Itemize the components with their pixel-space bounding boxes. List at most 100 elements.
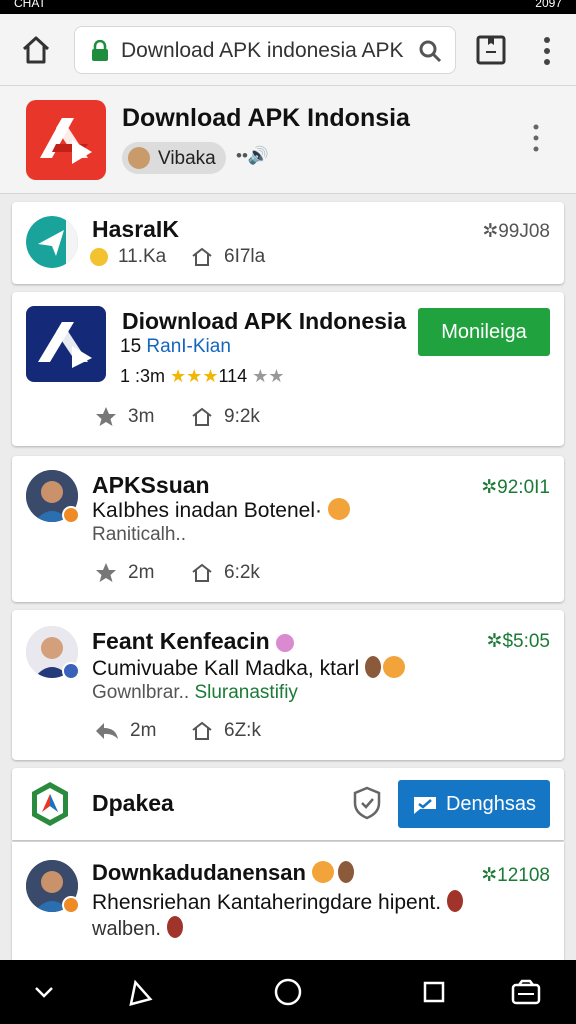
app-listing-card[interactable]: Diownload APK Indonesia Monileiga 15 Ran…	[12, 292, 564, 446]
chevron-down-icon[interactable]	[28, 976, 60, 1008]
reply-icon	[96, 723, 118, 739]
app-rating: 1 :3m ★★★114 ★★	[120, 366, 284, 387]
overflow-menu-icon[interactable]	[536, 34, 558, 68]
emoji-icon	[311, 861, 334, 883]
post-subtext-value: walben.	[92, 918, 161, 940]
verified-badge	[62, 506, 80, 524]
recents-icon[interactable]	[418, 976, 450, 1008]
rating-prefix: 1 :3m	[120, 366, 166, 386]
favorite-count: 2m	[128, 562, 155, 583]
post-author-value: Feant Kenfeacin	[92, 628, 270, 654]
author-name: Vibaka	[158, 148, 216, 169]
status-left-text: CHAT	[14, 0, 46, 10]
app-icon	[32, 782, 68, 826]
feed-post-card[interactable]: Feant Kenfeacin ✲$5:05 Cumivuabe Kall Ma…	[12, 610, 564, 760]
url-text[interactable]: Download APK indonesia APK	[121, 39, 404, 63]
developer-link[interactable]: RanI-Kian	[146, 336, 231, 357]
reshare-icon	[192, 721, 212, 740]
stat-count: 11.Ka	[90, 244, 166, 270]
rating-empty-stars: ★★	[252, 366, 285, 386]
tabs-icon[interactable]	[474, 32, 508, 68]
person-emoji-icon	[447, 890, 464, 912]
post-text-value: Cumivuabe Kall Madka, ktarl	[92, 657, 360, 680]
post-avatar	[26, 216, 78, 268]
rating-stars: ★★★	[170, 366, 219, 386]
star-icon	[96, 563, 116, 582]
person-emoji-icon	[337, 861, 354, 883]
reshare-icon	[192, 407, 212, 426]
post-author-value: Downkadudanensan	[92, 860, 306, 885]
lock-icon	[92, 40, 108, 61]
post-text: Rhensriehan Kantaheringdare hipent.	[92, 890, 464, 915]
post-subtext: Raniticalh..	[92, 524, 186, 545]
shield-icon[interactable]	[352, 786, 382, 820]
reshare-button[interactable]: 6I7la	[190, 244, 265, 270]
star-icon	[96, 407, 116, 426]
app-title: Download APK Indonsia	[122, 104, 410, 132]
reply-button[interactable]: 2m	[94, 718, 156, 744]
post-action-label: Denghsas	[445, 792, 537, 815]
header-menu-icon[interactable]	[528, 122, 544, 154]
reshare-icon	[192, 563, 212, 582]
install-button[interactable]: Monileiga	[418, 308, 550, 356]
post-author[interactable]: APKSsuan	[92, 472, 210, 499]
post-timestamp: ✲12108	[481, 865, 550, 886]
reshare-icon	[192, 247, 212, 266]
post-subtext: walben.	[92, 916, 183, 941]
post-timestamp: ✲$5:05	[486, 631, 550, 652]
feed-post-card[interactable]: APKSsuan ✲92:0I1 KaIbhes inadan Botenel·…	[12, 456, 564, 602]
emoji-icon	[328, 498, 351, 520]
favorite-button[interactable]: 2m	[94, 560, 154, 586]
post-author[interactable]: Downkadudanensan	[92, 860, 354, 886]
app-subtitle: 15 RanI-Kian	[120, 336, 231, 358]
back-icon[interactable]	[122, 976, 154, 1008]
reshare-count: 6I7la	[224, 246, 266, 267]
post-subtext-value: Gownlbrar..	[92, 682, 190, 703]
home-circle-icon[interactable]	[272, 976, 304, 1008]
reply-count: 2m	[130, 720, 157, 741]
app-icon	[26, 306, 106, 382]
rating-count: 114	[218, 366, 248, 386]
feed-post-card[interactable]: Dpakea Denghsas	[12, 768, 564, 840]
app-subtitle-prefix: 15	[120, 336, 142, 357]
favorite-count: 3m	[128, 406, 155, 427]
reshare-button[interactable]: 6Z:k	[190, 718, 261, 744]
emoji-icon	[383, 656, 406, 678]
post-timestamp: ✲99J08	[482, 221, 550, 242]
screenshot-icon[interactable]	[510, 976, 542, 1008]
feed-post-card[interactable]: HasraIK ✲99J08 11.Ka 6I7la	[12, 202, 564, 284]
app-name[interactable]: Diownload APK Indonesia	[122, 308, 406, 335]
home-icon[interactable]	[18, 32, 54, 68]
author-avatar	[128, 147, 150, 169]
emoji-icon	[275, 634, 294, 652]
post-author[interactable]: Dpakea	[92, 790, 174, 817]
post-author[interactable]: Feant Kenfeacin	[92, 628, 294, 655]
feed-post-card[interactable]: Downkadudanensan ✲12108 Rhensriehan Kant…	[12, 842, 564, 960]
post-text: Cumivuabe Kall Madka, ktarl	[92, 656, 406, 681]
post-text: KaIbhes inadan Botenel·	[92, 498, 351, 523]
author-chip[interactable]: Vibaka	[122, 142, 226, 174]
post-text-value: KaIbhes inadan Botenel·	[92, 499, 323, 522]
post-author[interactable]: HasraIK	[92, 216, 179, 243]
post-action-button[interactable]: Denghsas	[398, 780, 550, 828]
reshare-button[interactable]: 9:2k	[190, 404, 260, 430]
person-emoji-icon	[365, 656, 382, 678]
reshare-count: 6Z:k	[224, 720, 261, 741]
status-clock: 2097	[535, 0, 562, 10]
app-logo	[26, 100, 106, 180]
person-emoji-icon	[166, 916, 183, 938]
reshare-button[interactable]: 6:2k	[190, 560, 260, 586]
search-icon[interactable]	[417, 38, 443, 64]
app-header: Download APK Indonsia Vibaka ••🔊	[0, 86, 576, 194]
favorite-button[interactable]: 3m	[94, 404, 154, 430]
post-timestamp: ✲92:0I1	[481, 477, 550, 498]
post-link[interactable]: Sluranastifiy	[194, 682, 298, 703]
emoji-icon	[90, 248, 108, 266]
volume-indicator[interactable]: ••🔊	[236, 146, 269, 166]
address-bar[interactable]: Download APK indonesia APK	[74, 26, 456, 74]
verified-badge	[62, 662, 80, 680]
verified-badge	[62, 896, 80, 914]
reshare-count: 9:2k	[224, 406, 260, 427]
status-bar: CHAT 2097	[0, 0, 576, 14]
post-text-value: Rhensriehan Kantaheringdare hipent.	[92, 891, 442, 914]
